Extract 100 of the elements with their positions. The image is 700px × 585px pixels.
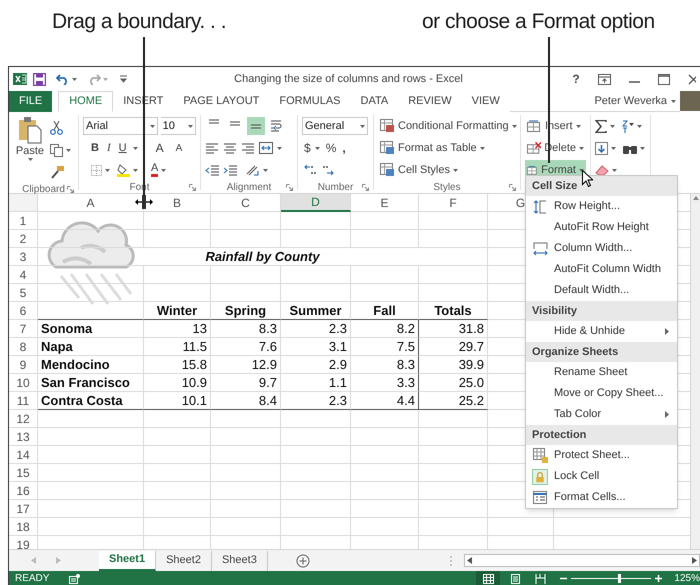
table-cell[interactable]: 8.3 <box>351 356 419 374</box>
table-cell[interactable]: 29.7 <box>419 338 488 356</box>
decrease-decimal-icon[interactable] <box>321 164 334 176</box>
table-cell[interactable]: 10.1 <box>144 392 211 410</box>
table-cell[interactable]: 8.2 <box>351 320 419 338</box>
table-cell[interactable] <box>351 518 419 536</box>
italic-button[interactable]: I <box>104 140 113 156</box>
submenu-arrow-icon[interactable] <box>665 328 669 335</box>
row-header[interactable]: 9 <box>9 356 38 374</box>
scroll-left-icon[interactable] <box>466 557 472 564</box>
column-header[interactable]: C <box>211 194 281 212</box>
table-cell[interactable] <box>281 500 351 518</box>
page-layout-icon[interactable] <box>510 574 522 584</box>
caret-icon[interactable] <box>188 124 193 128</box>
caret-icon[interactable] <box>640 146 645 150</box>
caret-icon[interactable] <box>263 168 268 172</box>
table-cell[interactable] <box>419 266 488 284</box>
table-cell[interactable] <box>38 410 144 428</box>
row-header[interactable]: 10 <box>9 374 38 392</box>
table-cell[interactable]: 15.8 <box>144 356 211 374</box>
table-cell[interactable] <box>38 302 144 320</box>
row-header[interactable]: 17 <box>9 500 38 518</box>
table-cell[interactable]: 31.8 <box>419 320 488 338</box>
caret-icon[interactable] <box>72 78 77 80</box>
menu-item[interactable]: Rename Sheet <box>526 362 677 383</box>
table-cell[interactable] <box>144 500 211 518</box>
table-cell[interactable] <box>144 464 211 482</box>
scroll-up-icon[interactable] <box>692 196 698 200</box>
table-cell[interactable] <box>38 446 144 464</box>
decrease-indent-icon[interactable] <box>205 164 219 176</box>
table-cell[interactable]: Napa <box>38 338 144 356</box>
font-name-field[interactable]: Arial <box>83 117 158 135</box>
row-header[interactable]: 13 <box>9 428 38 446</box>
table-cell[interactable] <box>488 518 554 536</box>
format-as-table-icon[interactable] <box>380 141 395 155</box>
undo-icon[interactable] <box>56 73 70 85</box>
table-cell[interactable]: Totals <box>419 302 488 320</box>
cell-styles-icon[interactable] <box>380 163 395 177</box>
styles-command[interactable]: Cell Styles <box>398 162 450 178</box>
dialog-launcher-icon[interactable] <box>286 184 293 191</box>
table-cell[interactable] <box>351 500 419 518</box>
caret-icon[interactable] <box>28 158 32 161</box>
ribbon-tab[interactable]: VIEW <box>462 91 510 112</box>
table-cell[interactable]: 39.9 <box>419 356 488 374</box>
dialog-launcher-icon[interactable] <box>67 186 74 193</box>
ribbon-tab[interactable]: FILE <box>9 91 52 112</box>
table-cell[interactable] <box>211 410 281 428</box>
excel-logo-icon[interactable] <box>13 72 27 86</box>
table-cell[interactable] <box>38 230 144 248</box>
caret-icon[interactable] <box>150 124 155 128</box>
caret-icon[interactable] <box>576 124 581 128</box>
sort-filter-icon[interactable] <box>622 120 634 132</box>
table-cell[interactable] <box>419 500 488 518</box>
caret-icon[interactable] <box>612 168 617 172</box>
row-header[interactable]: 5 <box>9 284 38 302</box>
caret-icon[interactable] <box>277 146 282 150</box>
macro-record-icon[interactable] <box>69 574 80 584</box>
comma-style-button[interactable]: , <box>342 139 346 157</box>
table-cell[interactable] <box>351 266 419 284</box>
ribbon-tab[interactable]: REVIEW <box>398 91 462 112</box>
caret-icon[interactable] <box>579 146 584 150</box>
row-header[interactable]: 2 <box>9 230 38 248</box>
format-painter-icon[interactable] <box>50 166 64 178</box>
table-cell[interactable] <box>419 410 488 428</box>
ribbon-tab[interactable]: HOME <box>58 91 114 112</box>
table-cell[interactable]: 4.4 <box>351 392 419 410</box>
grow-font-button[interactable]: A <box>156 139 164 157</box>
ribbon-tab[interactable]: FORMULAS <box>269 91 351 112</box>
percent-button[interactable]: % <box>326 139 336 157</box>
dialog-launcher-icon[interactable] <box>362 184 369 191</box>
table-cell[interactable]: 8.3 <box>211 320 281 338</box>
table-cell[interactable]: 13 <box>144 320 211 338</box>
table-cell[interactable] <box>38 212 144 230</box>
table-cell[interactable] <box>211 518 281 536</box>
table-cell[interactable] <box>351 464 419 482</box>
table-cell[interactable] <box>281 230 351 248</box>
shrink-font-button[interactable]: A <box>176 140 182 156</box>
table-cell[interactable]: 7.6 <box>211 338 281 356</box>
menu-item[interactable]: Hide & Unhide <box>526 321 677 342</box>
caret-icon[interactable] <box>161 168 166 172</box>
bold-button[interactable]: B <box>91 140 99 156</box>
paste-icon[interactable] <box>18 116 42 144</box>
table-cell[interactable] <box>281 518 351 536</box>
column-header[interactable]: D <box>281 194 351 212</box>
table-cell[interactable]: 2.3 <box>281 320 351 338</box>
fill-icon[interactable] <box>595 142 608 154</box>
vertical-align-icon[interactable] <box>247 117 265 135</box>
zoom-out-icon[interactable] <box>560 575 568 582</box>
horizontal-scrollbar[interactable] <box>464 554 700 567</box>
table-cell[interactable] <box>144 230 211 248</box>
table-cell[interactable] <box>419 428 488 446</box>
table-cell[interactable] <box>419 518 488 536</box>
table-cell[interactable] <box>281 482 351 500</box>
table-cell[interactable] <box>351 482 419 500</box>
table-cell[interactable] <box>211 482 281 500</box>
number-format-field[interactable]: General <box>302 117 368 135</box>
column-header[interactable]: A <box>38 194 144 212</box>
ribbon-display-icon[interactable] <box>598 74 611 84</box>
table-cell[interactable] <box>211 428 281 446</box>
caret-icon[interactable] <box>637 124 642 128</box>
